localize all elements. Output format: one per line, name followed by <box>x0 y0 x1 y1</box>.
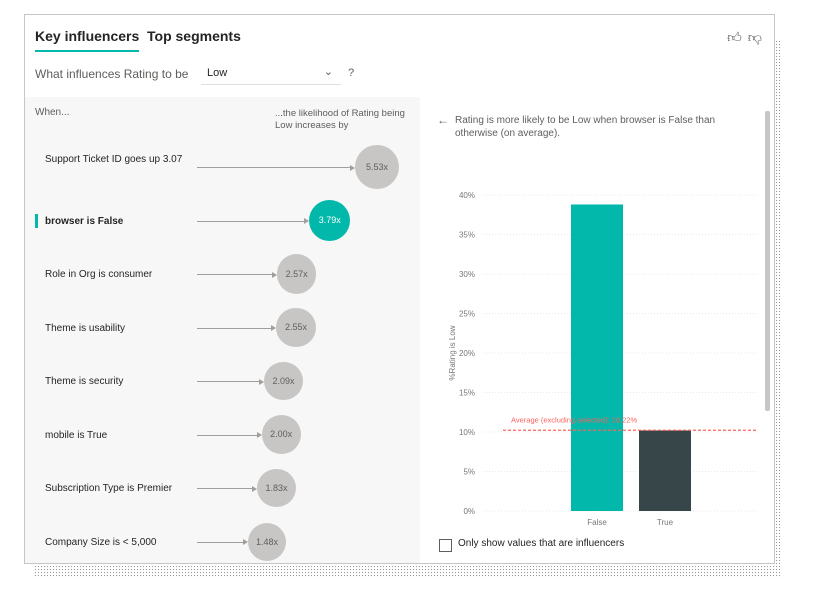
influencer-bubble[interactable]: 1.83x <box>257 468 296 508</box>
influencers-only-checkbox[interactable] <box>439 539 452 552</box>
thumbs-down-icon[interactable]: 👎︎ <box>748 29 762 45</box>
scrollbar[interactable] <box>765 111 770 411</box>
y-tick-label: 30% <box>459 270 475 279</box>
y-tick-label: 35% <box>459 231 475 240</box>
selected-indicator <box>35 213 38 228</box>
y-tick-label: 20% <box>459 349 475 358</box>
influencer-row[interactable]: mobile is True 2.00x <box>25 413 420 457</box>
influencer-connector <box>197 541 243 543</box>
average-line-label: Average (excluding selected): 10.22% <box>511 415 638 424</box>
rating-value-dropdown[interactable]: Low ⌄ <box>201 62 341 85</box>
tab-key-influencers[interactable]: Key influencers <box>35 28 140 52</box>
dropdown-value: Low <box>207 67 228 79</box>
influencer-connector <box>197 488 253 489</box>
chevron-down-icon: ⌄ <box>323 66 333 78</box>
influencer-bubble[interactable]: 2.55x <box>276 307 316 348</box>
influencer-detail-panel: ← Rating is more likely to be Low when b… <box>427 109 764 561</box>
influencer-row[interactable]: Role in Org is consumer 2.57x <box>25 252 420 296</box>
influencer-label: Company Size is < 5,000 <box>45 536 157 548</box>
detail-bar-chart: 0% 5% 10% 15% 20% 25% 30% 35% 40% %Rating is Low F… <box>448 191 757 527</box>
influencer-row[interactable]: Company Size is < 5,000 1.48x <box>25 520 420 564</box>
x-tick-label: True <box>657 518 674 527</box>
y-tick-label: 0% <box>463 507 475 516</box>
key-influencers-visual: Key influencers Top segments 👍︎ 👎︎ What i… <box>24 14 775 564</box>
thumbs-up-icon[interactable]: 👍︎ <box>727 29 742 45</box>
influencer-row[interactable]: Support Ticket ID goes up 3.07 5.53x <box>25 145 420 189</box>
influencer-label: Theme is usability <box>45 322 126 334</box>
likelihood-header: ...the likelihood of Rating being Low in… <box>275 108 405 131</box>
influencer-row[interactable]: browser is False 3.79x <box>25 199 420 243</box>
influencer-label: Subscription Type is Premier <box>45 483 173 494</box>
when-header: When... <box>35 107 70 118</box>
influencer-bubble[interactable]: 2.57x <box>276 254 317 294</box>
influencer-connector <box>197 327 272 329</box>
influencer-connector <box>197 220 305 222</box>
influencer-label: Support Ticket ID goes up 3.07 <box>45 154 183 165</box>
y-tick-label: 25% <box>459 310 475 319</box>
influencers-panel: When... ...the likelihood of Rating bein… <box>25 97 420 563</box>
y-tick-label: 40% <box>459 191 475 200</box>
influencer-connector <box>197 434 257 436</box>
influencer-label: Theme is security <box>45 376 124 387</box>
bar <box>571 204 623 511</box>
influencer-row[interactable]: Theme is usability 2.55x <box>25 306 420 350</box>
influencer-bubble[interactable]: 3.79x <box>309 199 351 242</box>
y-tick-label: 10% <box>459 428 475 437</box>
tab-top-segments[interactable]: Top segments <box>147 28 241 44</box>
influencer-connector <box>197 167 350 168</box>
influencer-label: mobile is True <box>45 429 108 441</box>
feedback-buttons: 👍︎ 👎︎ <box>721 29 762 46</box>
influencer-row[interactable]: Subscription Type is Premier 1.83x <box>25 466 420 510</box>
x-tick-label: False <box>587 518 607 527</box>
y-axis-label: %Rating is Low <box>448 325 457 380</box>
influencer-connector <box>197 274 272 275</box>
checkbox-label: Only show values that are influencers <box>458 538 625 549</box>
influencer-label: browser is False <box>45 215 124 227</box>
question-text: What influences Rating to be <box>35 67 189 81</box>
bar <box>639 430 691 511</box>
y-tick-label: 5% <box>463 468 475 477</box>
arrow-icon <box>256 432 262 438</box>
y-tick-label: 15% <box>459 389 475 398</box>
help-icon[interactable]: ? <box>348 67 354 79</box>
influencer-label: Role in Org is consumer <box>45 269 153 280</box>
influencer-bubble[interactable]: 2.09x <box>264 361 303 401</box>
influencer-row[interactable]: Theme is security 2.09x <box>25 359 420 403</box>
influencer-connector <box>197 381 260 382</box>
influencer-bubble[interactable]: 2.00x <box>261 415 301 454</box>
influencer-bubble[interactable]: 1.48x <box>248 522 286 561</box>
influencer-bubble[interactable]: 5.53x <box>355 145 399 189</box>
